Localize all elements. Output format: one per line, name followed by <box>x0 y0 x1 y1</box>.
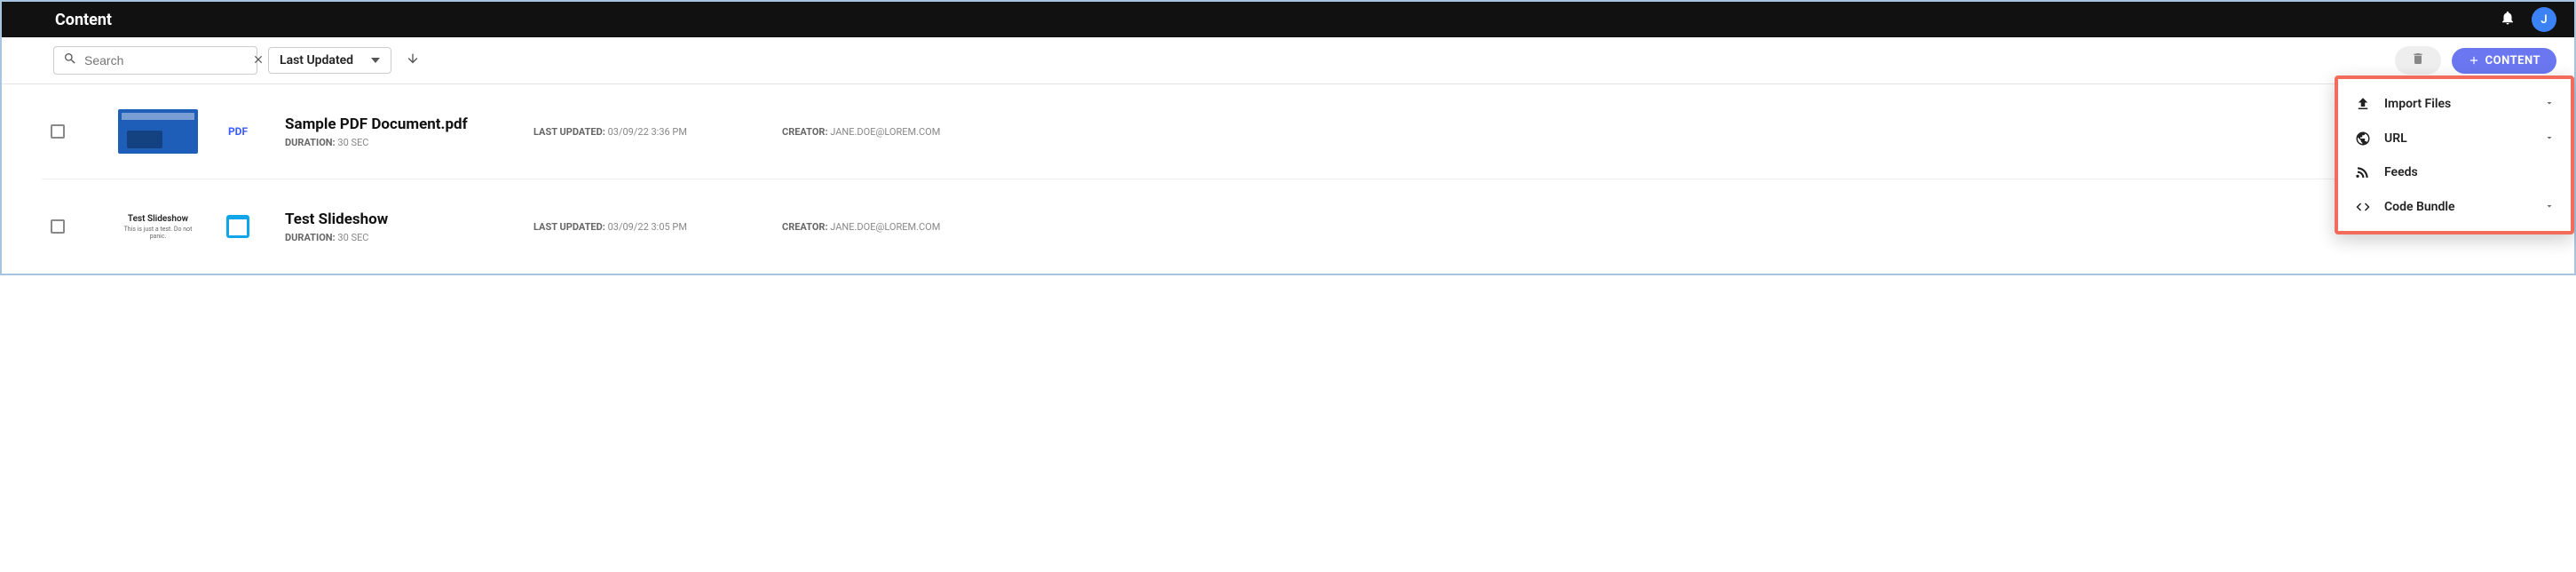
add-content-dropdown: Import Files URL Feeds Code Bundle <box>2335 75 2574 234</box>
app-icon <box>226 215 249 238</box>
row-title: Sample PDF Document.pdf <box>285 115 507 133</box>
pdf-label: PDF <box>228 125 248 138</box>
feed-icon <box>2354 164 2372 180</box>
header-actions: J <box>2500 7 2556 32</box>
code-icon <box>2354 199 2372 215</box>
content-list: Import Files URL Feeds Code Bundle PDF S… <box>2 84 2574 274</box>
row-title: Test Slideshow <box>285 211 507 228</box>
row-duration: DURATION: 30 SEC <box>285 232 507 243</box>
row-creator: CREATOR: JANE.DOE@LOREM.COM <box>782 221 1004 233</box>
search-box[interactable] <box>53 46 257 75</box>
row-checkbox[interactable] <box>51 124 65 139</box>
toolbar: Last Updated CONTENT <box>2 37 2574 84</box>
row-main: Test Slideshow DURATION: 30 SEC <box>285 211 507 243</box>
sort-label: Last Updated <box>280 53 353 68</box>
type-icon <box>225 215 251 238</box>
list-item[interactable]: Test Slideshow This is just a test. Do n… <box>42 179 2534 274</box>
thumbnail <box>118 109 198 154</box>
row-updated: LAST UPDATED: 03/09/22 3:05 PM <box>533 221 755 233</box>
dropdown-code-bundle[interactable]: Code Bundle <box>2338 189 2571 224</box>
dropdown-url[interactable]: URL <box>2338 121 2571 155</box>
upload-icon <box>2354 96 2372 112</box>
list-item[interactable]: PDF Sample PDF Document.pdf DURATION: 30… <box>42 84 2534 179</box>
dropdown-label: Feeds <box>2384 165 2555 179</box>
dropdown-feeds[interactable]: Feeds <box>2338 155 2571 189</box>
avatar[interactable]: J <box>2532 7 2556 32</box>
thumbnail: Test Slideshow This is just a test. Do n… <box>118 204 198 249</box>
add-content-label: CONTENT <box>2485 54 2540 68</box>
notifications-icon[interactable] <box>2500 10 2516 29</box>
search-input[interactable] <box>84 53 245 68</box>
chevron-down-icon <box>371 58 380 63</box>
sort-direction-button[interactable] <box>402 48 423 73</box>
chevron-down-icon <box>2544 198 2555 215</box>
row-duration: DURATION: 30 SEC <box>285 137 507 148</box>
dropdown-label: URL <box>2384 131 2532 146</box>
type-icon: PDF <box>225 125 251 138</box>
page-title: Content <box>55 11 112 29</box>
dropdown-import-files[interactable]: Import Files <box>2338 86 2571 121</box>
row-creator: CREATOR: JANE.DOE@LOREM.COM <box>782 126 1004 138</box>
app-header: Content J <box>2 2 2574 37</box>
dropdown-label: Import Files <box>2384 97 2532 111</box>
chevron-down-icon <box>2544 130 2555 147</box>
sort-select[interactable]: Last Updated <box>268 47 391 74</box>
delete-button[interactable] <box>2395 46 2441 75</box>
row-main: Sample PDF Document.pdf DURATION: 30 SEC <box>285 115 507 148</box>
search-icon <box>63 52 77 69</box>
add-content-button[interactable]: CONTENT <box>2452 48 2556 74</box>
dropdown-label: Code Bundle <box>2384 200 2532 214</box>
clear-search-icon[interactable] <box>252 52 265 69</box>
row-checkbox[interactable] <box>51 219 65 234</box>
row-updated: LAST UPDATED: 03/09/22 3:36 PM <box>533 126 755 138</box>
globe-icon <box>2354 131 2372 147</box>
chevron-down-icon <box>2544 95 2555 112</box>
